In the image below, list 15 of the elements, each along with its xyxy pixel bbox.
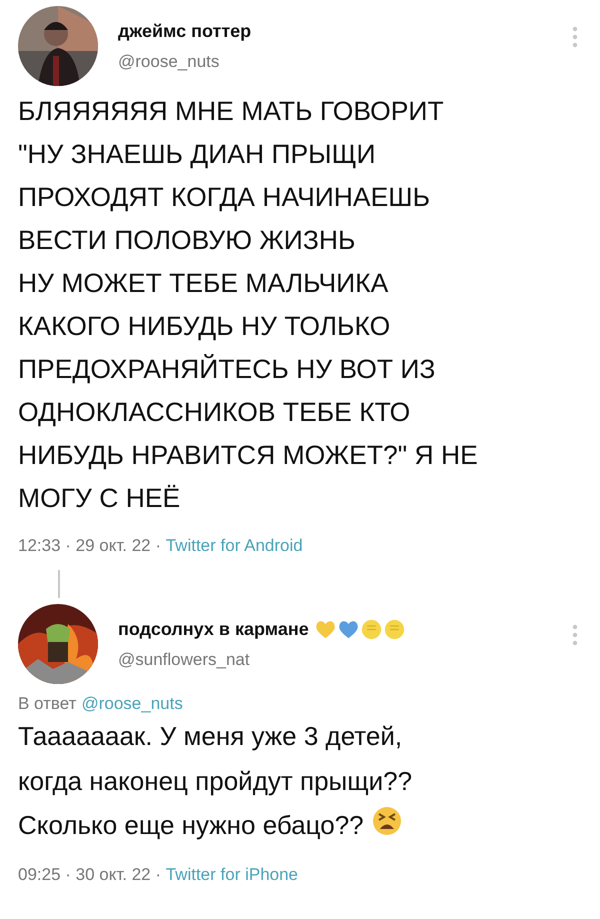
reply-label: В ответ xyxy=(18,694,76,714)
tired-face-icon xyxy=(372,806,402,836)
more-options-icon[interactable] xyxy=(572,26,578,48)
more-options-icon[interactable] xyxy=(572,624,578,646)
user-handle[interactable]: @sunflowers_nat xyxy=(118,650,552,670)
source-link[interactable]: Twitter for Android xyxy=(166,536,303,555)
tweet-timestamp: 09:25 · 30 окт. 22 · xyxy=(18,865,162,884)
source-link[interactable]: Twitter for iPhone xyxy=(166,865,298,884)
reply-to-link[interactable]: @roose_nuts xyxy=(81,694,183,714)
user-handle[interactable]: @roose_nuts xyxy=(118,52,552,72)
user-name[interactable]: подсолнух в кармане xyxy=(118,618,309,640)
user-name[interactable]: джеймс поттер xyxy=(118,20,252,42)
tweet-text: БЛЯЯЯЯЯЯ МНЕ МАТЬ ГОВОРИТ "НУ ЗНАЕШЬ ДИАН ПРЫЩИ ПРОХОДЯТ КОГДА НАЧИНАЕШЬ ВЕСТИ ПОЛОВУЮ ЖИЗНЬ НУ МОЖЕТ ТЕБЕ МАЛЬЧИКА КАКОГО НИБУДЬ НУ ТОЛЬКО ПРЕДОХРАНЯЙТЕСЬ НУ ВОТ ИЗ ОДНОКЛАССНИКОВ ТЕБЕ КТО НИБУДЬ НРАВИТСЯ МОЖЕТ?" Я НЕ МОГУ С НЕЁ xyxy=(18,95,479,515)
tweet-text: Тааааааак. У меня уже 3 детей, когда наконец пройдут прыщи?? Сколько еще нужно ебацо?? xyxy=(18,720,414,842)
tweet-timestamp: 12:33 · 29 окт. 22 · xyxy=(18,536,162,555)
